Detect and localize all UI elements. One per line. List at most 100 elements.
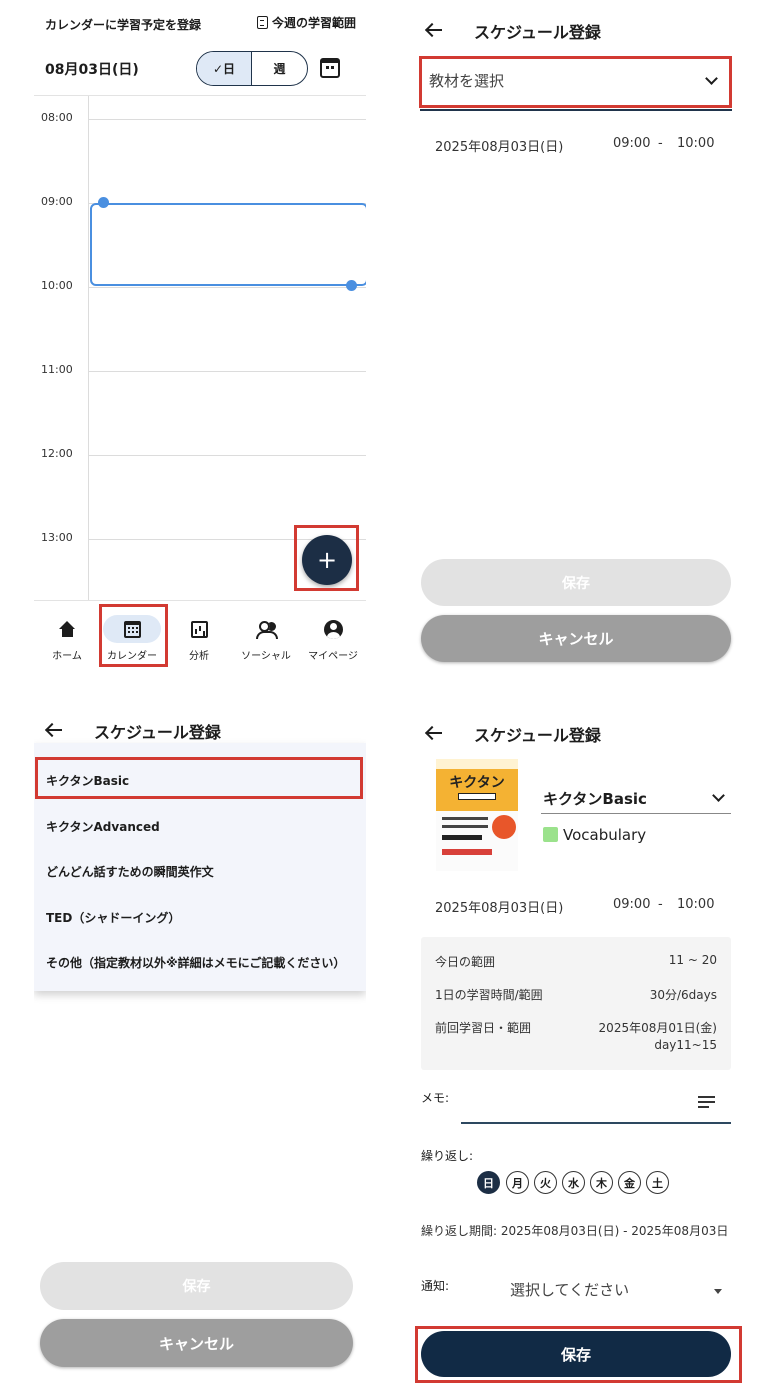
cancel-button[interactable]: キャンセル — [40, 1319, 353, 1367]
book-cover-line — [442, 835, 482, 840]
start-time[interactable]: 09:00 — [613, 136, 650, 151]
nav-calendar-label: カレンダー — [107, 651, 157, 662]
book-cover-title: キクタン — [449, 775, 505, 791]
day-view-button[interactable]: ✓日 — [197, 52, 253, 85]
day-timeline[interactable]: 08:00 09:00 10:00 11:00 12:00 13:00 — [34, 96, 366, 600]
nav-social[interactable]: ソーシャル — [233, 601, 299, 670]
end-time[interactable]: 10:00 — [677, 136, 714, 151]
week-view-button[interactable]: 週 — [252, 52, 307, 85]
material-underline — [541, 813, 731, 814]
start-time[interactable]: 09:00 — [613, 897, 650, 912]
page-title: スケジュール登録 — [474, 23, 601, 42]
page-title: スケジュール登録 — [474, 726, 601, 745]
nav-analysis-pill — [170, 615, 228, 643]
nav-home-pill — [38, 615, 96, 643]
nav-home[interactable]: ホーム — [34, 601, 100, 670]
current-date: 08月03日(日) — [45, 62, 139, 78]
back-arrow-icon[interactable] — [45, 723, 63, 737]
day-chip-tuesday[interactable]: 火 — [534, 1171, 557, 1194]
selected-material-name[interactable]: キクタンBasic — [543, 788, 647, 809]
hour-line — [88, 371, 366, 372]
schedule-screen-dropdown: スケジュール登録 キクタンBasic キクタンAdvanced どんどん話すため… — [34, 705, 366, 1400]
hour-label: 12:00 — [41, 447, 73, 460]
time-separator: - — [658, 897, 663, 912]
home-icon — [58, 621, 76, 637]
view-toggle: ✓日 週 — [196, 51, 308, 86]
back-arrow-icon[interactable] — [425, 23, 443, 37]
save-button[interactable]: 保存 — [421, 559, 731, 606]
back-arrow-icon[interactable] — [425, 726, 443, 740]
category-color-swatch — [543, 827, 558, 842]
calendar-icon — [123, 620, 141, 638]
cancel-button[interactable]: キャンセル — [421, 615, 731, 662]
book-cover-subtitle — [458, 793, 496, 800]
memo-label: メモ: — [421, 1091, 450, 1105]
dropdown-option[interactable]: どんどん話すための瞬間英作文 — [46, 863, 214, 880]
hour-label: 11:00 — [41, 363, 73, 376]
people-icon — [256, 621, 278, 639]
nav-mypage[interactable]: マイページ — [300, 601, 366, 670]
nav-mypage-pill — [304, 615, 362, 643]
chart-icon — [190, 620, 208, 638]
previous-study-date: 2025年08月01日(金) — [598, 1021, 717, 1035]
select-underline — [420, 109, 732, 111]
notification-select[interactable]: 選択してください — [510, 1279, 629, 1300]
book-cover-line — [442, 817, 488, 820]
selected-time-slot[interactable] — [90, 203, 366, 286]
repeat-period[interactable]: 繰り返し期間: 2025年08月03日(日) - 2025年08月03日 — [421, 1222, 728, 1239]
memo-input[interactable] — [461, 1122, 731, 1124]
nav-home-label: ホーム — [52, 651, 82, 662]
dropdown-option[interactable]: その他（指定教材以外※詳細はメモにご記載ください） — [46, 954, 345, 971]
hour-label: 08:00 — [41, 111, 73, 124]
day-chip-wednesday[interactable]: 水 — [562, 1171, 585, 1194]
day-chip-monday[interactable]: 月 — [506, 1171, 529, 1194]
chevron-down-icon — [705, 72, 718, 85]
hour-label: 09:00 — [41, 195, 73, 208]
book-cover-strip — [442, 849, 492, 855]
nav-analysis-label: 分析 — [189, 651, 209, 662]
day-chip-saturday[interactable]: 土 — [646, 1171, 669, 1194]
schedule-screen-empty: スケジュール登録 教材を選択 2025年08月03日(日) 09:00 - 10… — [410, 0, 742, 670]
material-select[interactable]: 教材を選択 — [421, 58, 731, 110]
page-title: スケジュール登録 — [94, 723, 221, 742]
calendar-header-title: カレンダーに学習予定を登録 — [45, 18, 202, 32]
timeline-axis — [88, 96, 89, 600]
end-time[interactable]: 10:00 — [677, 897, 714, 912]
material-dropdown: キクタンBasic キクタンAdvanced どんどん話すための瞬間英作文 TE… — [34, 743, 366, 991]
slot-end-handle[interactable] — [346, 280, 357, 291]
book-cover-band — [436, 759, 518, 769]
repeat-label: 繰り返し: — [421, 1149, 474, 1163]
save-button[interactable]: 保存 — [40, 1262, 353, 1310]
schedule-screen-filled: スケジュール登録 キクタン キクタンBasic Vocabulary 2025年… — [410, 705, 774, 1400]
dropdown-option[interactable]: TED（シャドーイング） — [46, 909, 180, 926]
previous-study-label: 前回学習日・範囲 — [435, 1021, 532, 1035]
nav-social-pill — [237, 615, 295, 643]
chevron-down-icon[interactable] — [712, 789, 725, 802]
day-chip-sunday[interactable]: 日 — [477, 1171, 500, 1194]
daily-study-label: 1日の学習時間/範囲 — [435, 988, 543, 1002]
time-separator: - — [658, 136, 663, 151]
add-schedule-button[interactable]: + — [302, 535, 352, 585]
nav-calendar[interactable]: カレンダー — [99, 601, 165, 670]
save-button[interactable]: 保存 — [421, 1331, 731, 1377]
dropdown-option[interactable]: キクタンBasic — [46, 772, 129, 789]
weekly-range-link[interactable]: 今週の学習範囲 — [256, 14, 356, 31]
hour-line — [88, 287, 366, 288]
schedule-date[interactable]: 2025年08月03日(日) — [435, 897, 563, 916]
schedule-date[interactable]: 2025年08月03日(日) — [435, 136, 563, 155]
dropdown-option[interactable]: キクタンAdvanced — [46, 818, 160, 835]
slot-start-handle[interactable] — [98, 197, 109, 208]
calendar-icon[interactable] — [320, 58, 340, 78]
today-range-value: 11 ~ 20 — [668, 953, 717, 967]
day-chip-thursday[interactable]: 木 — [590, 1171, 613, 1194]
dropdown-arrow-icon — [714, 1289, 722, 1294]
nav-analysis[interactable]: 分析 — [166, 601, 232, 670]
bottom-navigation: ホーム カレンダー 分析 ソーシャル マイページ — [34, 600, 366, 670]
hour-label: 10:00 — [41, 279, 73, 292]
nav-calendar-pill — [103, 615, 161, 643]
account-icon — [323, 619, 343, 639]
study-info-card: 今日の範囲 11 ~ 20 1日の学習時間/範囲 30分/6days 前回学習日… — [421, 937, 731, 1070]
day-chip-friday[interactable]: 金 — [618, 1171, 641, 1194]
weekly-range-label: 今週の学習範囲 — [271, 16, 356, 30]
book-cover-badge — [492, 815, 516, 839]
